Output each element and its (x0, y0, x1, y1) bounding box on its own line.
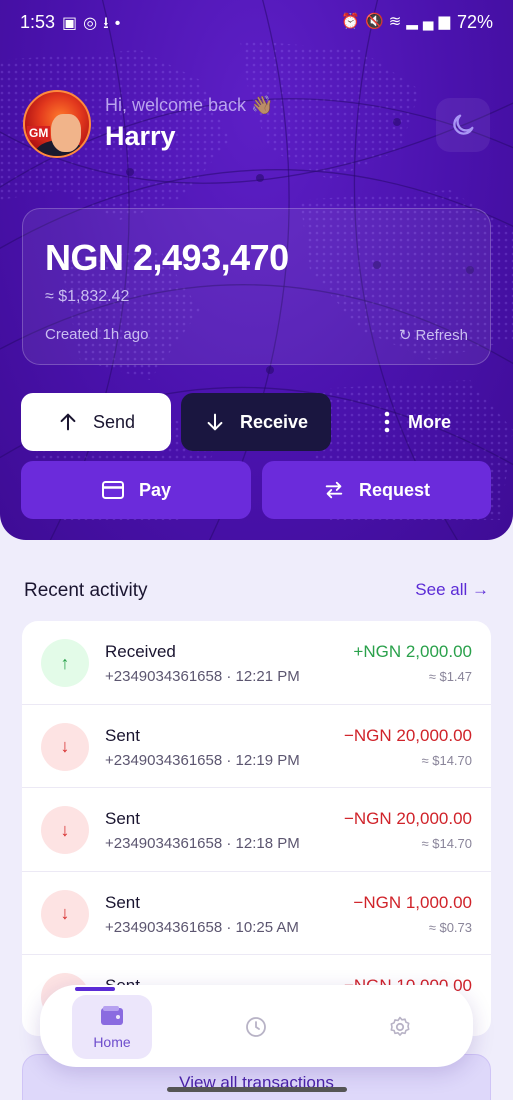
tx-amount: +NGN 2,000.00 (353, 642, 472, 661)
tx-usd: ≈ $14.70 (421, 836, 472, 851)
nav-item-settings[interactable] (360, 995, 440, 1059)
more-vertical-icon (384, 411, 390, 433)
tx-subtitle: +2349034361658 · 12:19 PM (105, 751, 300, 769)
table-row[interactable]: ↓ Sent +2349034361658 · 10:25 AM −NGN 1,… (22, 872, 491, 955)
battery-percent: 72% (456, 12, 493, 32)
status-time: 1:53 (20, 12, 56, 32)
avatar[interactable]: GM (23, 90, 91, 158)
more-button[interactable]: More (360, 393, 480, 451)
wifi-icon: ≋ (388, 13, 407, 30)
receive-label: Receive (239, 411, 309, 432)
pay-button[interactable]: Pay (21, 461, 251, 519)
balance-card: NGN 2,493,470 ≈ $1,832.42 Created 1h ago… (22, 208, 491, 365)
nav-item-home[interactable]: Home (72, 995, 152, 1059)
tx-subtitle: +2349034361658 · 12:18 PM (105, 835, 300, 852)
tx-usd: ≈ $1.47 (428, 669, 472, 684)
pay-label: Pay (138, 479, 172, 500)
request-label: Request (358, 479, 430, 500)
table-row[interactable]: ↓ Sent +2349034361658 · 12:19 PM −NGN 20… (22, 705, 491, 788)
greeting-text: Hi, welcome back 👋🏽 (105, 95, 274, 115)
tx-usd: ≈ $14.70 (421, 752, 472, 768)
clock-icon (246, 1017, 266, 1037)
nav-item-history[interactable] (216, 995, 296, 1059)
username: Harry (105, 121, 176, 151)
tx-title: Sent (105, 809, 140, 828)
bottom-nav: Home (40, 985, 473, 1067)
send-label: Send (92, 411, 136, 432)
theme-toggle-button[interactable] (436, 98, 490, 152)
tx-amount: −NGN 1,000.00 (353, 892, 472, 912)
tx-usd: ≈ $0.73 (428, 919, 472, 935)
balance-created: Created 1h ago (45, 326, 149, 343)
request-button[interactable]: Request (262, 461, 491, 519)
system-icons: ⏰🔇≋▂▄▆ (341, 12, 455, 30)
refresh-label: Refresh (415, 326, 468, 344)
notification-icons: ▣◎⭳• (62, 12, 126, 39)
swap-icon (325, 481, 343, 499)
arrow-down-icon: ↓ (41, 722, 89, 771)
avatar-badge: GM (27, 126, 51, 140)
nav-active-indicator (75, 987, 115, 991)
gesture-bar (167, 1087, 347, 1092)
tx-subtitle: +2349034361658 · 12:21 PM (105, 668, 300, 685)
nav-home-label: Home (93, 1034, 131, 1050)
card-icon (101, 481, 124, 499)
tx-amount: −NGN 20,000.00 (343, 809, 472, 828)
receive-button[interactable]: Receive (181, 393, 331, 451)
more-label: More (408, 411, 452, 432)
arrow-up-icon (60, 413, 76, 431)
header-section: 1:53 ▣◎⭳• ⏰🔇≋▂▄▆ 72% GM Hi, welcome back… (0, 0, 513, 540)
arrow-up-icon: ↑ (41, 639, 89, 687)
gear-icon (390, 1016, 410, 1036)
arrow-down-icon: ↓ (41, 806, 89, 854)
tx-subtitle: +2349034361658 · 10:25 AM (105, 918, 299, 936)
mute-icon: 🔇 (365, 13, 389, 30)
recent-activity-title: Recent activity (24, 580, 148, 601)
refresh-button[interactable]: ↻ Refresh (398, 326, 468, 345)
tx-title: Sent (105, 892, 140, 912)
gallery-icon: ▣ (62, 15, 84, 32)
table-row[interactable]: ↓ Sent +2349034361658 · 12:18 PM −NGN 20… (22, 788, 491, 872)
arrow-down-icon (207, 413, 223, 431)
dot-icon: • (114, 15, 127, 32)
arrow-down-icon: ↓ (41, 889, 89, 938)
see-all-link[interactable]: See all → (415, 580, 489, 600)
alarm-icon: ⏰ (341, 13, 366, 30)
table-row[interactable]: ↑ Received +2349034361658 · 12:21 PM +NG… (22, 621, 491, 705)
avatar-face (51, 114, 81, 152)
moon-icon (453, 114, 474, 135)
tx-title: Received (105, 642, 176, 661)
transaction-list: ↑ Received +2349034361658 · 12:21 PM +NG… (22, 621, 491, 1036)
download-icon: ⭳ (103, 15, 115, 32)
tx-amount: −NGN 20,000.00 (343, 725, 472, 745)
status-bar: 1:53 ▣◎⭳• ⏰🔇≋▂▄▆ 72% (0, 0, 513, 44)
refresh-icon: ↻ (398, 327, 412, 344)
signal-icon: ▂▄▆ (406, 13, 455, 30)
balance-usd: ≈ $1,832.42 (45, 288, 130, 305)
balance-amount: NGN 2,493,470 (45, 237, 289, 278)
whatsapp-icon: ◎ (83, 15, 104, 32)
wallet-icon (101, 1006, 123, 1025)
send-button[interactable]: Send (21, 393, 171, 451)
tx-title: Sent (105, 725, 140, 745)
